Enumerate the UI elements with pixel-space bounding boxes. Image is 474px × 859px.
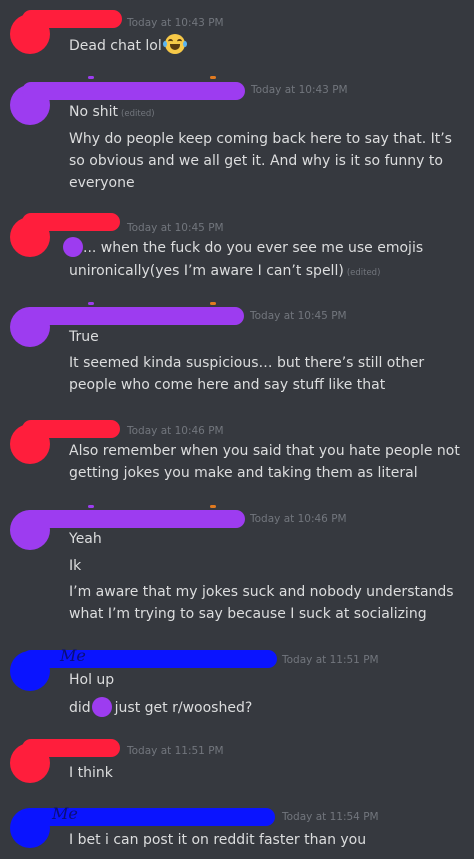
timestamp: Today at 10:43 PM <box>251 84 348 96</box>
timestamp: Today at 10:43 PM <box>127 17 224 29</box>
message-text: what I’m trying to say because I suck at… <box>69 606 427 622</box>
message-text: Yeah <box>69 531 102 547</box>
joy-emoji <box>162 34 187 54</box>
username[interactable] <box>22 510 245 528</box>
message-text: I bet i can post it on reddit faster tha… <box>69 832 367 848</box>
timestamp: Today at 10:45 PM <box>250 310 347 322</box>
username[interactable] <box>22 213 120 231</box>
username[interactable] <box>22 739 120 757</box>
message-text: getting jokes you make and taking them a… <box>69 465 418 481</box>
redacted-mark <box>91 697 112 717</box>
message-text: True <box>69 329 99 345</box>
author-tag: Me <box>60 646 86 665</box>
username[interactable] <box>22 420 120 438</box>
timestamp: Today at 10:45 PM <box>127 222 224 234</box>
message-text: ... when the fuck do you ever see me use… <box>63 237 423 259</box>
message-text: everyone <box>69 175 135 191</box>
edited-label: (edited) <box>346 268 381 278</box>
timestamp: Today at 10:46 PM <box>127 425 224 437</box>
message-text: so obvious and we all get it. And why is… <box>69 153 443 169</box>
message-text: people who come here and say stuff like … <box>69 377 386 393</box>
message-text: Why do people keep coming back here to s… <box>69 131 452 147</box>
message-text: Dead chat lol <box>69 34 187 57</box>
message-text: No shit (edited) <box>69 104 155 120</box>
message-text: Ik <box>69 558 82 574</box>
message-text: It seemed kinda suspicious… but there’s … <box>69 355 425 371</box>
message-text: I think <box>69 765 113 781</box>
edited-label: (edited) <box>121 109 155 119</box>
message-text: I’m aware that my jokes suck and nobody … <box>69 584 454 600</box>
author-tag: Me <box>52 804 78 823</box>
redacted-mark <box>63 237 83 257</box>
username[interactable] <box>22 10 122 28</box>
timestamp: Today at 11:51 PM <box>127 745 224 757</box>
message-text: unironically(yes I’m aware I can’t spell… <box>69 263 381 279</box>
timestamp: Today at 10:46 PM <box>250 513 347 525</box>
timestamp: Today at 11:51 PM <box>282 654 379 666</box>
message-text: did just get r/wooshed? <box>69 697 252 719</box>
username[interactable] <box>22 307 244 325</box>
username[interactable] <box>22 82 245 100</box>
timestamp: Today at 11:54 PM <box>282 811 379 823</box>
message-text: Also remember when you said that you hat… <box>69 443 460 459</box>
message-text: Hol up <box>69 672 115 688</box>
